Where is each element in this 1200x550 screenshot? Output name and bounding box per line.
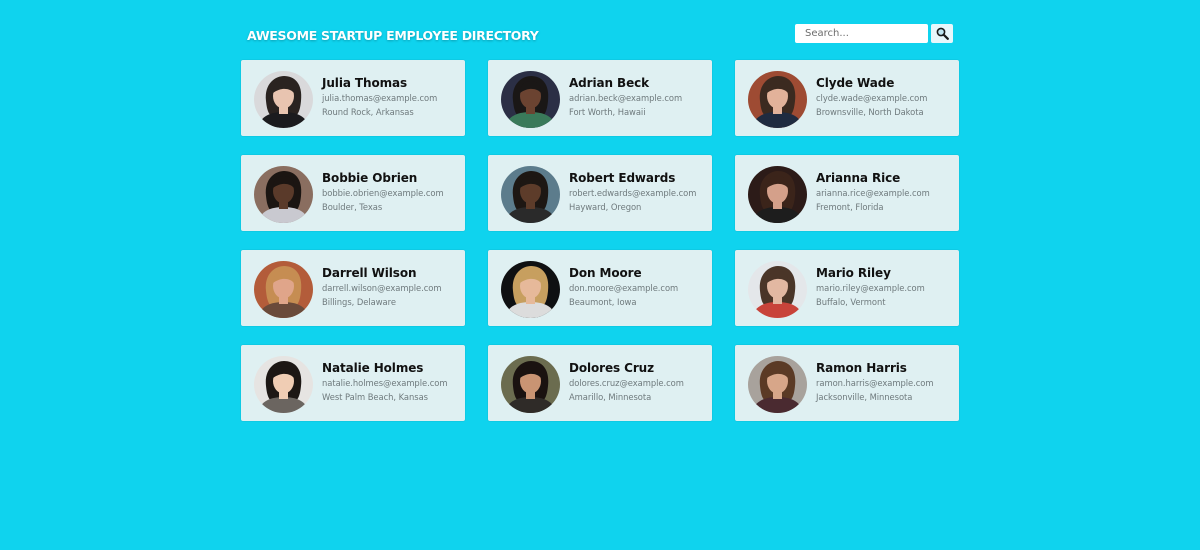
employee-info: Robert Edwards robert.edwards@example.co… — [569, 171, 709, 212]
employee-name: Don Moore — [569, 266, 642, 280]
employee-location: Billings, Delaware — [322, 297, 396, 307]
employee-avatar — [254, 261, 313, 318]
employee-location: Brownsville, North Dakota — [816, 107, 924, 117]
employee-email: adrian.beck@example.com — [569, 93, 683, 103]
employee-card[interactable]: Robert Edwards robert.edwards@example.co… — [488, 155, 712, 231]
employee-grid: Julia Thomas julia.thomas@example.com Ro… — [241, 60, 959, 421]
employee-email: clyde.wade@example.com — [816, 93, 928, 103]
employee-info: Dolores Cruz dolores.cruz@example.com Am… — [569, 361, 709, 402]
employee-name: Mario Riley — [816, 266, 891, 280]
page-title: AWESOME STARTUP EMPLOYEE DIRECTORY — [247, 28, 539, 43]
employee-name: Adrian Beck — [569, 76, 650, 90]
employee-name: Julia Thomas — [322, 76, 408, 90]
employee-card[interactable]: Julia Thomas julia.thomas@example.com Ro… — [241, 60, 465, 136]
employee-location: Amarillo, Minnesota — [569, 392, 652, 402]
employee-location: Hayward, Oregon — [569, 202, 642, 212]
employee-avatar — [748, 261, 807, 318]
search-icon — [936, 27, 949, 40]
employee-location: Fort Worth, Hawaii — [569, 107, 646, 117]
employee-card[interactable]: Don Moore don.moore@example.com Beaumont… — [488, 250, 712, 326]
employee-card[interactable]: Adrian Beck adrian.beck@example.com Fort… — [488, 60, 712, 136]
employee-avatar — [748, 71, 807, 128]
employee-info: Mario Riley mario.riley@example.com Buff… — [816, 266, 956, 307]
employee-name: Ramon Harris — [816, 361, 907, 375]
employee-location: West Palm Beach, Kansas — [322, 392, 428, 402]
header: AWESOME STARTUP EMPLOYEE DIRECTORY — [241, 22, 959, 46]
search-button[interactable] — [931, 24, 953, 43]
employee-email: julia.thomas@example.com — [322, 93, 438, 103]
employee-info: Don Moore don.moore@example.com Beaumont… — [569, 266, 709, 307]
employee-card[interactable]: Bobbie Obrien bobbie.obrien@example.com … — [241, 155, 465, 231]
employee-name: Bobbie Obrien — [322, 171, 418, 185]
employee-info: Bobbie Obrien bobbie.obrien@example.com … — [322, 171, 462, 212]
employee-avatar — [748, 356, 807, 413]
search-input[interactable] — [795, 24, 928, 43]
directory-page: AWESOME STARTUP EMPLOYEE DIRECTORY Searc… — [0, 0, 1200, 550]
employee-email: arianna.rice@example.com — [816, 188, 930, 198]
employee-avatar — [254, 166, 313, 223]
search-form — [795, 24, 953, 43]
employee-avatar — [254, 71, 313, 128]
employee-name: Dolores Cruz — [569, 361, 654, 375]
employee-location: Boulder, Texas — [322, 202, 383, 212]
employee-email: mario.riley@example.com — [816, 283, 925, 293]
employee-email: don.moore@example.com — [569, 283, 679, 293]
employee-email: ramon.harris@example.com — [816, 378, 934, 388]
employee-name: Arianna Rice — [816, 171, 901, 185]
employee-card[interactable]: Dolores Cruz dolores.cruz@example.com Am… — [488, 345, 712, 421]
employee-email: bobbie.obrien@example.com — [322, 188, 444, 198]
employee-avatar — [501, 166, 560, 223]
employee-card[interactable]: Ramon Harris ramon.harris@example.com Ja… — [735, 345, 959, 421]
employee-avatar — [501, 71, 560, 128]
employee-card[interactable]: Arianna Rice arianna.rice@example.com Fr… — [735, 155, 959, 231]
employee-location: Fremont, Florida — [816, 202, 884, 212]
employee-avatar — [254, 356, 313, 413]
employee-name: Robert Edwards — [569, 171, 676, 185]
employee-card[interactable]: Clyde Wade clyde.wade@example.com Browns… — [735, 60, 959, 136]
employee-location: Round Rock, Arkansas — [322, 107, 414, 117]
employee-card[interactable]: Darrell Wilson darrell.wilson@example.co… — [241, 250, 465, 326]
employee-info: Arianna Rice arianna.rice@example.com Fr… — [816, 171, 956, 212]
employee-location: Jacksonville, Minnesota — [816, 392, 913, 402]
employee-email: darrell.wilson@example.com — [322, 283, 442, 293]
employee-name: Darrell Wilson — [322, 266, 417, 280]
employee-location: Buffalo, Vermont — [816, 297, 886, 307]
employee-card[interactable]: Mario Riley mario.riley@example.com Buff… — [735, 250, 959, 326]
employee-avatar — [501, 261, 560, 318]
employee-avatar — [748, 166, 807, 223]
employee-avatar — [501, 356, 560, 413]
employee-name: Natalie Holmes — [322, 361, 424, 375]
employee-name: Clyde Wade — [816, 76, 895, 90]
employee-info: Natalie Holmes natalie.holmes@example.co… — [322, 361, 462, 402]
employee-info: Darrell Wilson darrell.wilson@example.co… — [322, 266, 462, 307]
employee-info: Clyde Wade clyde.wade@example.com Browns… — [816, 76, 956, 117]
employee-email: natalie.holmes@example.com — [322, 378, 448, 388]
employee-card[interactable]: Natalie Holmes natalie.holmes@example.co… — [241, 345, 465, 421]
employee-info: Ramon Harris ramon.harris@example.com Ja… — [816, 361, 956, 402]
employee-info: Adrian Beck adrian.beck@example.com Fort… — [569, 76, 709, 117]
employee-location: Beaumont, Iowa — [569, 297, 637, 307]
employee-info: Julia Thomas julia.thomas@example.com Ro… — [322, 76, 462, 117]
employee-email: dolores.cruz@example.com — [569, 378, 684, 388]
employee-email: robert.edwards@example.com — [569, 188, 697, 198]
